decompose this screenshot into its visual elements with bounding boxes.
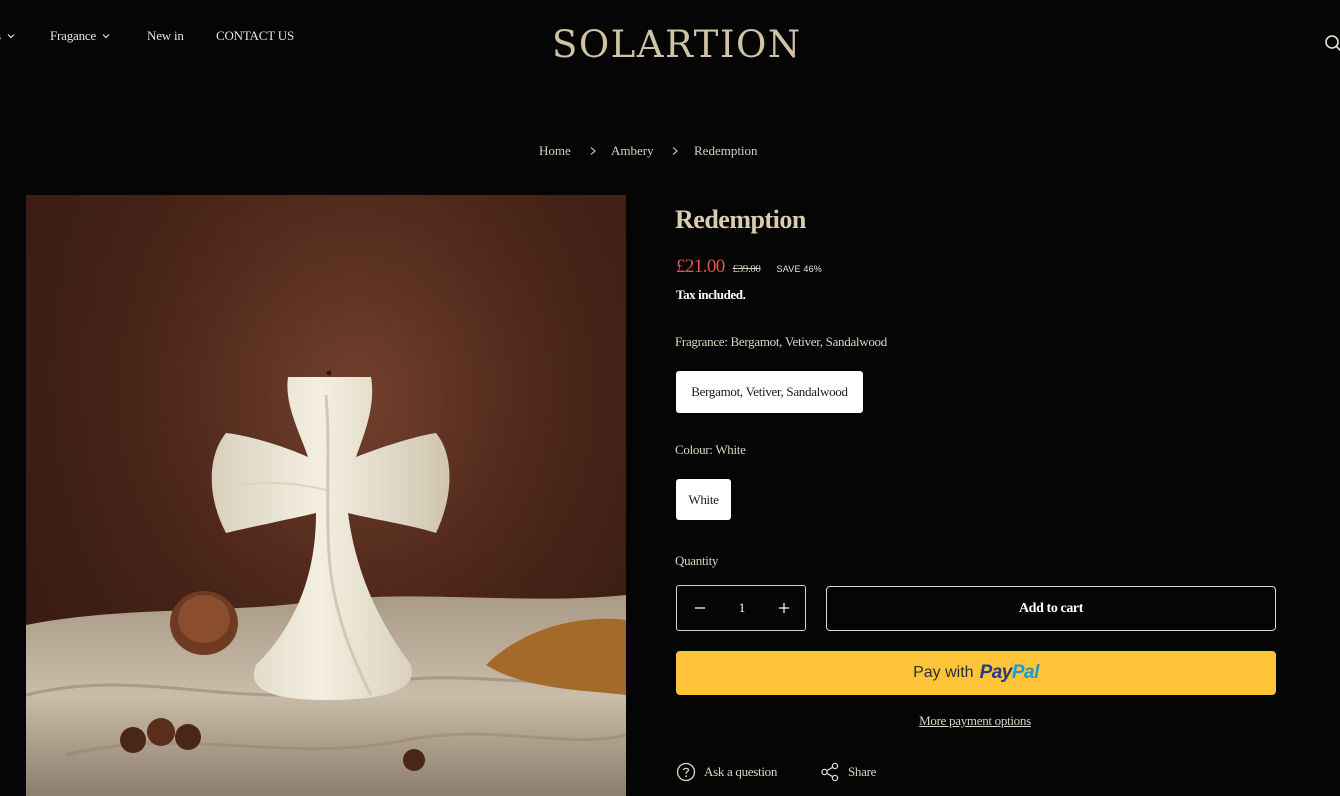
share-icon — [821, 762, 839, 782]
site-logo[interactable]: SOLARTION — [552, 24, 800, 66]
compare-price: £39.00 — [732, 263, 761, 275]
site-header: s Fragance New in CONTACT US SOLARTION — [0, 0, 1340, 88]
price-row: £21.00 £39.00 SAVE 46% — [676, 256, 822, 278]
tax-note: Tax included. — [676, 287, 746, 302]
nav-label: New in — [147, 28, 184, 43]
paypal-logo-pal: Pal — [1011, 662, 1040, 683]
nav-item-contact-us[interactable]: CONTACT US — [216, 28, 294, 44]
quantity-stepper — [676, 585, 806, 631]
breadcrumb-current: Redemption — [694, 143, 758, 158]
product-image[interactable] — [26, 195, 626, 796]
save-badge: SAVE 46% — [776, 264, 822, 274]
chevron-right-icon — [590, 147, 596, 155]
question-icon — [676, 762, 696, 782]
breadcrumb-home[interactable]: Home — [539, 143, 571, 159]
quantity-input[interactable] — [722, 598, 762, 618]
colour-label: Colour: White — [675, 442, 746, 457]
breadcrumb-collection[interactable]: Ambery — [611, 143, 654, 159]
ask-question-label: Ask a question — [704, 764, 778, 779]
nav-label: s — [0, 28, 1, 44]
share-label: Share — [848, 764, 877, 779]
sale-price: £21.00 — [676, 256, 725, 277]
candle-photo — [26, 195, 626, 796]
nav-item-new-in[interactable]: New in — [147, 28, 184, 44]
chevron-down-icon — [7, 34, 15, 39]
paypal-logo: PayPal — [979, 662, 1040, 684]
more-payment-options-link[interactable]: More payment options — [919, 713, 1031, 728]
product-title: Redemption — [675, 205, 806, 234]
add-to-cart-button[interactable]: Add to cart — [826, 586, 1276, 631]
paypal-button[interactable]: Pay with PayPal — [676, 651, 1276, 695]
nav-item-fragance[interactable]: Fragance — [50, 28, 110, 44]
colour-option-white[interactable]: White — [676, 479, 731, 520]
fragrance-label: Fragrance: Bergamot, Vetiver, Sandalwood — [675, 334, 887, 349]
nav-label: CONTACT US — [216, 28, 294, 43]
breadcrumb: Home Ambery Redemption — [0, 143, 1340, 161]
more-payment-options: More payment options — [0, 713, 1340, 729]
share-link[interactable]: Share — [820, 762, 876, 782]
search-icon[interactable] — [1324, 34, 1340, 52]
fragrance-option[interactable]: Bergamot, Vetiver, Sandalwood — [676, 371, 863, 413]
chevron-down-icon — [102, 34, 110, 39]
nav-item-partial[interactable]: s — [0, 28, 15, 44]
quantity-label: Quantity — [675, 553, 719, 568]
ask-question-link[interactable]: Ask a question — [676, 762, 777, 782]
minus-icon[interactable] — [690, 598, 710, 618]
chevron-right-icon — [672, 147, 678, 155]
paypal-prefix: Pay with — [913, 664, 974, 681]
plus-icon[interactable] — [774, 598, 794, 618]
paypal-logo-pay: Pay — [979, 662, 1013, 683]
nav-label: Fragance — [50, 28, 97, 43]
